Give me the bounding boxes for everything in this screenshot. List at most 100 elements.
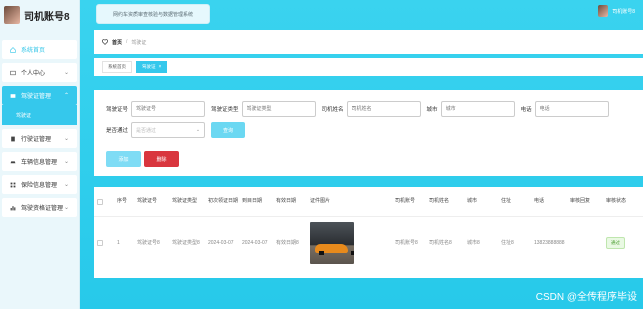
sidebar-item-vehicle-info[interactable]: 车辆信息管理 ⌄ xyxy=(2,152,77,171)
table-header: 序号 xyxy=(114,187,134,217)
heart-icon xyxy=(102,39,108,45)
sidebar-item-home[interactable]: 系统首页 xyxy=(2,40,77,59)
filter-row: 是否通过 是否通过 ⌄ 查询 xyxy=(106,121,643,139)
filter-row: 驾驶证号 驾驶证类型 司机姓名 城市 电话 xyxy=(106,100,643,118)
tab-driver-license[interactable]: 驾驶证 × xyxy=(136,61,168,73)
action-bar: 添加 删除 xyxy=(106,151,643,167)
table-cell: 城市8 xyxy=(467,239,480,246)
sidebar-item-label: 驾驶资格证管理 xyxy=(21,206,64,212)
user-avatar[interactable] xyxy=(598,5,609,17)
sidebar-nav: 系统首页 个人中心 ⌄ 驾驶证管理 ⌃ 驾驶证 行驶证管理 ⌄ 车辆信息管理 ⌄… xyxy=(0,30,79,217)
table-cell: 13823888888 xyxy=(534,239,565,246)
table-header: 证件图片 xyxy=(307,187,392,217)
chart-icon xyxy=(10,205,16,210)
table-cell-status: 通过 xyxy=(603,217,643,269)
table-cell: 驾驶证类型8 xyxy=(172,239,200,246)
sidebar-item-driver-license[interactable]: 驾驶证管理 ⌃ xyxy=(2,86,77,105)
table-header: 住址 xyxy=(498,187,531,217)
user-name: 司机账号8 xyxy=(612,8,635,15)
table-cell-image xyxy=(307,217,392,269)
table-cell: 2024-03-07 xyxy=(242,239,268,246)
main-content: 网约车资质审查核验与数据管理系统 司机账号8 首页 / 驾驶证 系统首页 驾驶证… xyxy=(80,0,643,309)
passed-select[interactable]: 是否通过 ⌄ xyxy=(131,122,206,138)
data-table: 序号 驾驶证号 驾驶证类型 初次领证日期 到目日期 有效日期 证件图片 司机账号… xyxy=(94,187,643,278)
tab-bar: 系统首页 驾驶证 × xyxy=(94,58,643,76)
add-button[interactable]: 添加 xyxy=(106,151,141,167)
chevron-down-icon: ⌄ xyxy=(63,205,69,211)
chevron-up-icon: ⌃ xyxy=(63,93,69,99)
filter-panel: 驾驶证号 驾驶证类型 司机姓名 城市 电话 是否通过 是否通过 ⌄ 查询 添加 … xyxy=(94,90,643,176)
profile-icon xyxy=(10,70,16,75)
breadcrumb-current: 驾驶证 xyxy=(131,39,147,46)
brand: 司机账号8 xyxy=(0,0,79,30)
sidebar-item-label: 保险信息管理 xyxy=(21,183,58,189)
table-header: 到目日期 xyxy=(239,187,273,217)
close-icon[interactable]: × xyxy=(159,64,162,70)
chevron-down-icon: ⌄ xyxy=(63,136,69,142)
status-badge: 通过 xyxy=(606,237,625,249)
sidebar-item-label: 车辆信息管理 xyxy=(21,160,58,166)
select-placeholder: 是否通过 xyxy=(136,127,157,134)
table-header: 电话 xyxy=(531,187,567,217)
chevron-down-icon: ⌄ xyxy=(63,159,69,165)
table-cell: 住址8 xyxy=(501,239,514,246)
table-header: 城市 xyxy=(464,187,498,217)
table-cell: 1 xyxy=(117,239,120,246)
table-header: 初次领证日期 xyxy=(205,187,239,217)
filter-label: 驾驶证类型 xyxy=(211,107,239,113)
filter-label: 司机姓名 xyxy=(321,107,344,113)
table-header-checkbox[interactable] xyxy=(94,187,114,217)
table-header: 驾驶证号 xyxy=(134,187,169,217)
table-header: 有效日期 xyxy=(273,187,307,217)
system-title: 网约车资质审查核验与数据管理系统 xyxy=(96,4,210,24)
row-checkbox-cell[interactable] xyxy=(94,217,114,269)
table-header: 审核回复 xyxy=(567,187,603,217)
topbar: 网约车资质审查核验与数据管理系统 司机账号8 xyxy=(80,0,643,30)
filter-label: 驾驶证号 xyxy=(106,107,129,113)
delete-button[interactable]: 删除 xyxy=(144,151,179,167)
sidebar-item-label: 驾驶证管理 xyxy=(21,94,52,100)
table-header: 驾驶证类型 xyxy=(169,187,205,217)
sidebar-item-label: 系统首页 xyxy=(21,48,46,54)
search-button[interactable]: 查询 xyxy=(211,122,246,138)
tab-label: 系统首页 xyxy=(108,64,126,69)
breadcrumb-home[interactable]: 首页 xyxy=(112,39,122,46)
sidebar-item-vehicle-license[interactable]: 行驶证管理 ⌄ xyxy=(2,129,77,148)
breadcrumb-separator: / xyxy=(126,39,128,45)
filter-label: 是否通过 xyxy=(106,128,129,134)
avatar[interactable] xyxy=(4,6,20,24)
sidebar-item-label: 行驶证管理 xyxy=(21,137,52,143)
user-menu[interactable]: 司机账号8 xyxy=(598,5,635,17)
brand-title: 司机账号8 xyxy=(24,11,70,23)
license-icon xyxy=(11,136,15,141)
sidebar-item-qualification[interactable]: 驾驶资格证管理 ⌄ xyxy=(2,198,77,217)
filter-label: 电话 xyxy=(520,107,532,113)
home-icon xyxy=(10,46,16,53)
driver-name-input[interactable] xyxy=(346,101,421,117)
chevron-down-icon: ⌄ xyxy=(63,70,69,76)
phone-input[interactable] xyxy=(534,101,609,117)
sidebar-item-insurance[interactable]: 保险信息管理 ⌄ xyxy=(2,175,77,194)
city-input[interactable] xyxy=(440,101,515,117)
table-header: 审核状态 xyxy=(603,187,643,217)
id-card-icon xyxy=(10,93,16,98)
row-checkbox[interactable] xyxy=(97,240,103,246)
license-type-input[interactable] xyxy=(241,101,316,117)
tab-home[interactable]: 系统首页 xyxy=(102,61,132,73)
table-cell xyxy=(567,217,603,269)
car-icon xyxy=(10,160,16,163)
table-cell: 2024-03-07 xyxy=(208,239,234,246)
license-photo[interactable] xyxy=(310,222,354,264)
table-cell: 驾驶证号8 xyxy=(137,239,160,246)
sidebar: 司机账号8 系统首页 个人中心 ⌄ 驾驶证管理 ⌃ 驾驶证 行驶证管理 ⌄ 车辆… xyxy=(0,0,80,309)
select-all-checkbox[interactable] xyxy=(97,198,103,205)
watermark: CSDN @全传程序毕设 xyxy=(535,292,637,303)
table-header: 司机姓名 xyxy=(426,187,464,217)
chevron-down-icon: ⌄ xyxy=(195,127,201,133)
table-cell: 有效日期8 xyxy=(276,239,299,246)
sidebar-item-profile[interactable]: 个人中心 ⌄ xyxy=(2,63,77,82)
table-header: 司机账号 xyxy=(392,187,426,217)
license-no-input[interactable] xyxy=(131,101,206,117)
breadcrumb: 首页 / 驾驶证 xyxy=(94,30,643,54)
sidebar-subitem-driver-license[interactable]: 驾驶证 xyxy=(2,105,77,125)
